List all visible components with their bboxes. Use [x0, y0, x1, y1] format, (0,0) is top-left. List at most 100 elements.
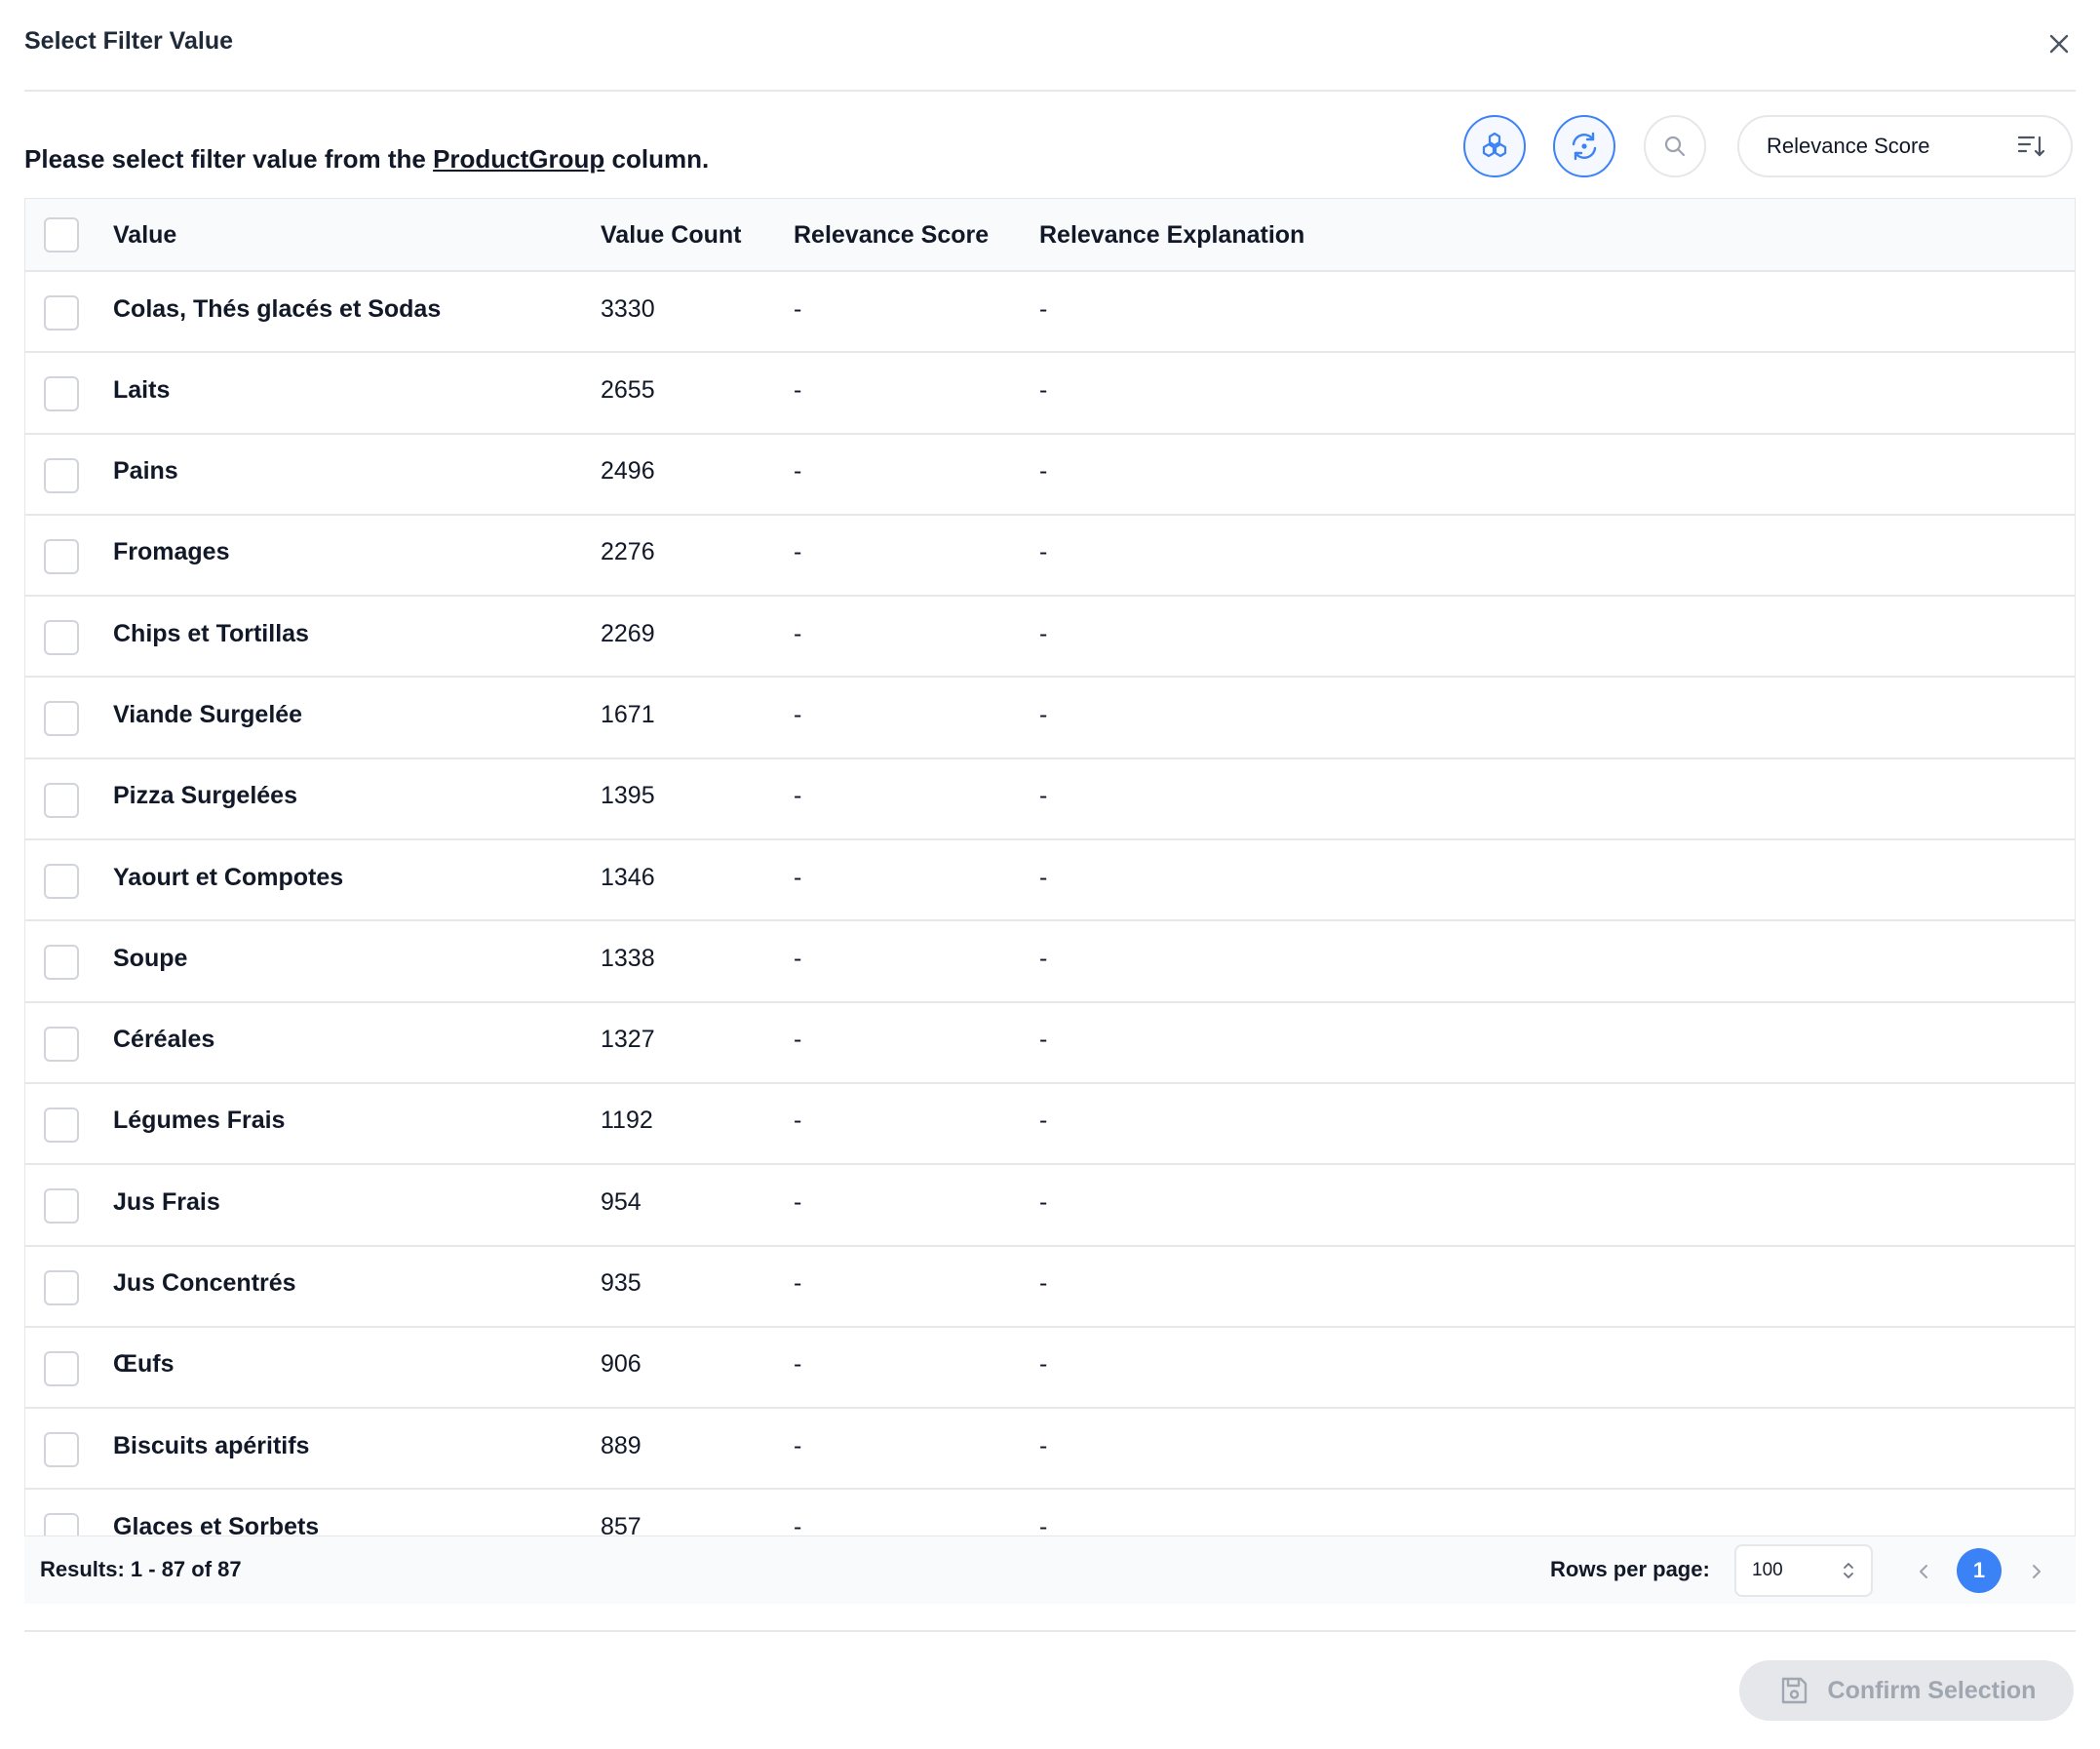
cell-relevance-explanation: - [1039, 457, 1048, 486]
row-checkbox[interactable] [44, 945, 79, 981]
sort-label: Relevance Score [1767, 134, 1930, 158]
cell-relevance-explanation: - [1039, 782, 1048, 810]
cluster-button[interactable] [1463, 115, 1526, 177]
cell-relevance-score: - [794, 944, 802, 972]
table-body: Colas, Thés glacés et Sodas 3330 - - Laits 26… [25, 272, 2075, 1572]
row-checkbox[interactable] [44, 1269, 79, 1305]
cell-value: Biscuits apéritifs [113, 1431, 310, 1459]
values-table: Value Value Count Relevance Score Releva… [24, 198, 2076, 1604]
cell-value: Colas, Thés glacés et Sodas [113, 294, 442, 323]
cell-value: Soupe [113, 944, 188, 972]
table-header: Value Value Count Relevance Score Releva… [25, 199, 2075, 272]
next-page-button[interactable] [2015, 1550, 2058, 1593]
cell-relevance-score: - [794, 863, 802, 891]
table-row[interactable]: Colas, Thés glacés et Sodas 3330 - - [25, 272, 2075, 354]
cell-relevance-score: - [794, 1350, 802, 1379]
cell-relevance-score: - [794, 1269, 802, 1298]
cell-value-count: 954 [601, 1187, 642, 1216]
previous-page-button[interactable] [1902, 1550, 1945, 1593]
header-value-count[interactable]: Value Count [601, 199, 741, 272]
table-row[interactable]: Fromages 2276 - - [25, 516, 2075, 598]
header-value[interactable]: Value [113, 199, 176, 272]
header-relevance-explanation[interactable]: Relevance Explanation [1039, 199, 1304, 272]
cell-value-count: 889 [601, 1431, 642, 1459]
cell-value-count: 2269 [601, 619, 655, 647]
header-relevance-score[interactable]: Relevance Score [794, 199, 989, 272]
cell-relevance-score: - [794, 457, 802, 486]
rows-per-page-select[interactable]: 100 [1734, 1544, 1873, 1597]
table-row[interactable]: Yaourt et Compotes 1346 - - [25, 840, 2075, 922]
refresh-button[interactable] [1553, 115, 1615, 177]
confirm-selection-button[interactable]: Confirm Selection [1739, 1660, 2074, 1721]
cell-value-count: 2655 [601, 375, 655, 404]
select-all-checkbox[interactable] [44, 217, 79, 253]
row-checkbox[interactable] [44, 1432, 79, 1468]
row-checkbox[interactable] [44, 538, 79, 574]
cell-relevance-score: - [794, 700, 802, 728]
row-checkbox[interactable] [44, 1107, 79, 1143]
cell-value: Chips et Tortillas [113, 619, 309, 647]
table-row[interactable]: Jus Concentrés 935 - - [25, 1247, 2075, 1328]
row-checkbox[interactable] [44, 1350, 79, 1386]
row-checkbox[interactable] [44, 376, 79, 412]
row-checkbox[interactable] [44, 620, 79, 656]
table-row[interactable]: Jus Frais 954 - - [25, 1165, 2075, 1247]
cell-relevance-score: - [794, 1107, 802, 1135]
sort-select[interactable]: Relevance Score [1737, 115, 2073, 177]
rows-per-page-label: Rows per page: [1550, 1557, 1710, 1581]
cell-relevance-explanation: - [1039, 700, 1048, 728]
cell-value: Pains [113, 457, 178, 486]
row-checkbox[interactable] [44, 295, 79, 330]
cell-value: Pizza Surgelées [113, 782, 297, 810]
cell-relevance-score: - [794, 1187, 802, 1216]
chevron-left-icon [1920, 1565, 1927, 1578]
search-button[interactable] [1644, 115, 1706, 177]
cell-relevance-explanation: - [1039, 294, 1048, 323]
row-checkbox[interactable] [44, 864, 79, 900]
search-icon [1664, 136, 1686, 157]
table-row[interactable]: Chips et Tortillas 2269 - - [25, 597, 2075, 679]
rows-per-page-value: 100 [1752, 1560, 1783, 1580]
cell-relevance-explanation: - [1039, 375, 1048, 404]
cell-value: Œufs [113, 1350, 175, 1379]
page-1-button[interactable]: 1 [1957, 1548, 2002, 1593]
cell-relevance-explanation: - [1039, 1187, 1048, 1216]
cell-value: Jus Frais [113, 1187, 220, 1216]
cell-value-count: 1346 [601, 863, 655, 891]
cell-relevance-explanation: - [1039, 619, 1048, 647]
cell-value: Jus Concentrés [113, 1269, 296, 1298]
row-checkbox[interactable] [44, 457, 79, 493]
cell-relevance-score: - [794, 1431, 802, 1459]
row-checkbox[interactable] [44, 782, 79, 818]
row-checkbox[interactable] [44, 1026, 79, 1062]
cell-relevance-explanation: - [1039, 1107, 1048, 1135]
cell-relevance-score: - [794, 619, 802, 647]
table-row[interactable]: Œufs 906 - - [25, 1328, 2075, 1410]
cell-relevance-explanation: - [1039, 1350, 1048, 1379]
refresh-icon [1572, 132, 1597, 161]
row-checkbox[interactable] [44, 701, 79, 737]
close-button[interactable] [2042, 27, 2076, 60]
cell-relevance-explanation: - [1039, 944, 1048, 972]
cell-value: Céréales [113, 1026, 215, 1054]
cell-value-count: 2276 [601, 538, 655, 566]
cell-value: Fromages [113, 538, 230, 566]
cell-value-count: 2496 [601, 457, 655, 486]
row-checkbox[interactable] [44, 1188, 79, 1224]
cell-value: Viande Surgelée [113, 700, 303, 728]
table-row[interactable]: Viande Surgelée 1671 - - [25, 678, 2075, 759]
close-icon [2049, 34, 2069, 54]
cell-value-count: 1671 [601, 700, 655, 728]
table-row[interactable]: Biscuits apéritifs 889 - - [25, 1409, 2075, 1491]
cell-relevance-explanation: - [1039, 863, 1048, 891]
cell-relevance-explanation: - [1039, 1431, 1048, 1459]
table-row[interactable]: Pizza Surgelées 1395 - - [25, 759, 2075, 841]
table-row[interactable]: Légumes Frais 1192 - - [25, 1084, 2075, 1166]
table-row[interactable]: Soupe 1338 - - [25, 921, 2075, 1003]
cell-relevance-score: - [794, 538, 802, 566]
table-row[interactable]: Pains 2496 - - [25, 435, 2075, 516]
table-row[interactable]: Laits 2655 - - [25, 353, 2075, 435]
cell-relevance-score: - [794, 1026, 802, 1054]
cell-value-count: 1338 [601, 944, 655, 972]
table-row[interactable]: Céréales 1327 - - [25, 1003, 2075, 1084]
